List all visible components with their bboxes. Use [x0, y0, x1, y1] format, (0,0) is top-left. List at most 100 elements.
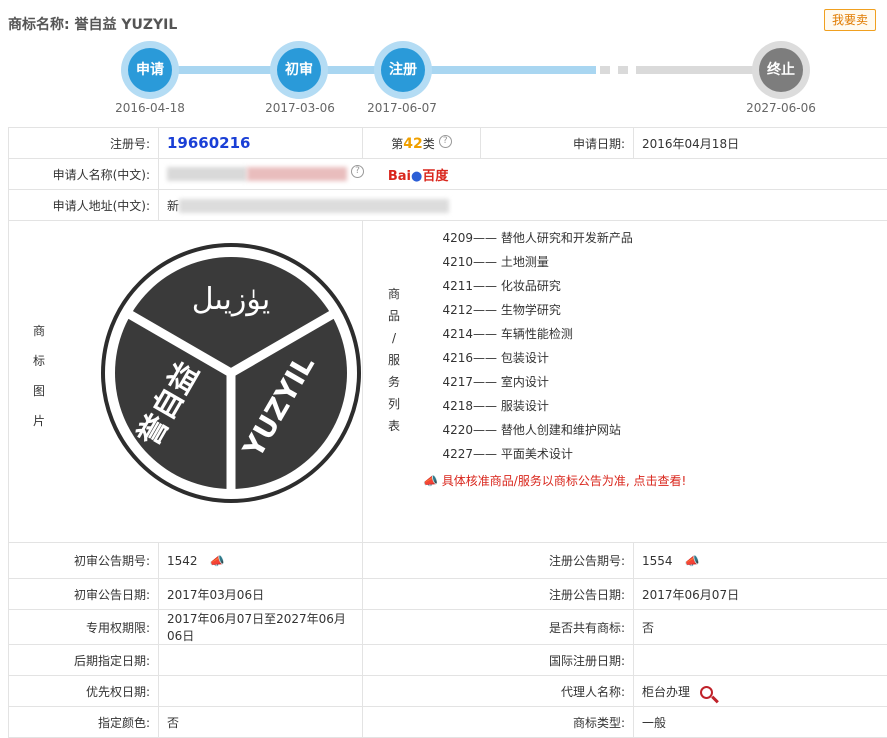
- timeline-dash: [618, 66, 628, 74]
- goods-label-char: 务: [385, 371, 403, 393]
- table-row: 申请人名称(中文): ? Bai●百度: [9, 159, 887, 190]
- table-row: 后期指定日期: 国际注册日期:: [9, 645, 887, 676]
- service-code: 4218: [423, 394, 473, 418]
- agent-label: 代理人名称:: [363, 676, 634, 707]
- trademark-logo-image: يۈزيىل 誉自益 YUZYIL: [99, 241, 363, 505]
- step-register-date: 2017-06-07: [352, 101, 452, 115]
- table-row: 专用权期限: 2017年06月07日至2027年06月06日 是否共有商标: 否: [9, 610, 887, 645]
- prelim-no-value: 1542: [167, 554, 198, 568]
- reg-pub-no-label: 注册公告期号:: [363, 543, 634, 579]
- help-icon[interactable]: ?: [439, 135, 452, 148]
- exclusive-value: 2017年06月07日至2027年06月06日: [159, 610, 363, 645]
- reg-pub-date-label: 注册公告日期:: [363, 579, 634, 610]
- apply-date-value: 2016年04月18日: [634, 128, 887, 159]
- image-vertical-label: 商 标 图 片: [29, 316, 49, 436]
- image-cell: 商 标 图 片 يۈزيىل 誉自益 YUZYIL: [9, 221, 363, 543]
- later-date-value: [159, 645, 363, 676]
- image-label-char: 标: [29, 346, 49, 376]
- goods-label-char: 表: [385, 415, 403, 437]
- reg-no-value: 19660216: [167, 134, 251, 152]
- timeline-dash: [600, 66, 610, 74]
- intl-date-value: [634, 645, 887, 676]
- reg-pub-date-value: 2017年06月07日: [634, 579, 887, 610]
- service-code: 4214: [423, 322, 473, 346]
- service-name: 生物学研究: [501, 303, 561, 317]
- service-note-link[interactable]: 📣 具体核准商品/服务以商标公告为准, 点击查看!: [423, 472, 763, 489]
- service-name: 包装设计: [501, 351, 549, 365]
- megaphone-icon[interactable]: 📣: [685, 554, 700, 568]
- service-code: 4227: [423, 442, 473, 466]
- logo-uyghur-text: يۈزيىل: [192, 282, 270, 317]
- megaphone-icon[interactable]: 📣: [210, 554, 225, 568]
- applicant-name-redacted: [167, 167, 247, 181]
- service-name: 室内设计: [501, 375, 549, 389]
- color-value: 否: [159, 707, 363, 738]
- image-label-char: 商: [29, 316, 49, 346]
- class-suffix: 类: [423, 137, 435, 151]
- address-label: 申请人地址(中文):: [9, 190, 159, 221]
- class-prefix: 第: [391, 137, 403, 151]
- services-list-wrap: 4209—— 替他人研究和开发新产品 4210—— 土地测量 4211—— 化妆…: [423, 226, 763, 489]
- prelim-no-cell: 1542 📣: [159, 543, 363, 579]
- table-row: 初审公告日期: 2017年03月06日 注册公告日期: 2017年06月07日: [9, 579, 887, 610]
- trademark-name-value: 誉自益 YUZYIL: [74, 17, 177, 33]
- table-row: 初审公告期号: 1542📣 注册公告期号: 1554📣: [9, 543, 887, 579]
- table-row: 注册号: 19660216 第42类? 申请日期: 2016年04月18日: [9, 128, 887, 159]
- service-name: 平面美术设计: [501, 447, 573, 461]
- service-code: 4220: [423, 418, 473, 442]
- search-icon[interactable]: [700, 686, 713, 699]
- type-label: 商标类型:: [363, 707, 634, 738]
- baidu-logo-text: Bai: [388, 169, 411, 184]
- service-code: 4210: [423, 250, 473, 274]
- step-prelim-date: 2017-03-06: [250, 101, 350, 115]
- goods-label-char: 品: [385, 305, 403, 327]
- sell-button[interactable]: 我要卖: [824, 9, 876, 31]
- reg-no-cell: 19660216: [159, 128, 363, 159]
- services-list: 4209—— 替他人研究和开发新产品 4210—— 土地测量 4211—— 化妆…: [423, 226, 763, 466]
- image-label-char: 片: [29, 406, 49, 436]
- later-date-label: 后期指定日期:: [9, 645, 159, 676]
- step-end: 终止: [752, 41, 810, 99]
- service-code: 4217: [423, 370, 473, 394]
- baidu-search-link[interactable]: Bai●百度: [388, 169, 449, 184]
- priority-date-label: 优先权日期:: [9, 676, 159, 707]
- list-item: 4209—— 替他人研究和开发新产品: [423, 226, 763, 250]
- table-row: 商 标 图 片 يۈزيىل 誉自益 YUZYIL 商 品 / 服: [9, 221, 887, 543]
- help-icon[interactable]: ?: [351, 165, 364, 178]
- list-item: 4216—— 包装设计: [423, 346, 763, 370]
- list-item: 4214—— 车辆性能检测: [423, 322, 763, 346]
- goods-label-char: 服: [385, 349, 403, 371]
- address-prefix: 新: [167, 199, 179, 213]
- step-apply-label: 申请: [128, 48, 172, 92]
- step-apply-date: 2016-04-18: [100, 101, 200, 115]
- service-code: 4209: [423, 226, 473, 250]
- service-name: 替他人研究和开发新产品: [501, 231, 633, 245]
- reg-no-label: 注册号:: [9, 128, 159, 159]
- list-item: 4218—— 服装设计: [423, 394, 763, 418]
- service-note-text: 具体核准商品/服务以商标公告为准, 点击查看!: [442, 474, 686, 488]
- table-row: 指定颜色: 否 商标类型: 一般: [9, 707, 887, 738]
- baidu-logo-cn: 百度: [422, 169, 448, 184]
- list-item: 4210—— 土地测量: [423, 250, 763, 274]
- timeline-progress-track: [150, 66, 596, 74]
- reg-pub-no-value: 1554: [642, 554, 673, 568]
- step-register-label: 注册: [381, 48, 425, 92]
- list-item: 4211—— 化妆品研究: [423, 274, 763, 298]
- type-value: 一般: [634, 707, 887, 738]
- address-redacted: [179, 199, 449, 213]
- goods-label-char: 商: [385, 283, 403, 305]
- apply-date-label: 申请日期:: [481, 128, 634, 159]
- class-number: 42: [403, 136, 422, 152]
- service-name: 车辆性能检测: [501, 327, 573, 341]
- step-prelim-label: 初审: [277, 48, 321, 92]
- step-register: 注册: [374, 41, 432, 99]
- trademark-name-label: 商标名称:: [8, 17, 70, 33]
- service-name: 化妆品研究: [501, 279, 561, 293]
- intl-date-label: 国际注册日期:: [363, 645, 634, 676]
- applicant-name-redacted: [247, 167, 347, 181]
- trademark-name-heading: 商标名称: 誉自益 YUZYIL: [8, 14, 177, 34]
- applicant-cell: ? Bai●百度: [159, 159, 887, 190]
- baidu-paw-icon: ●: [411, 169, 422, 184]
- shared-label: 是否共有商标:: [363, 610, 634, 645]
- service-name: 替他人创建和维护网站: [501, 423, 621, 437]
